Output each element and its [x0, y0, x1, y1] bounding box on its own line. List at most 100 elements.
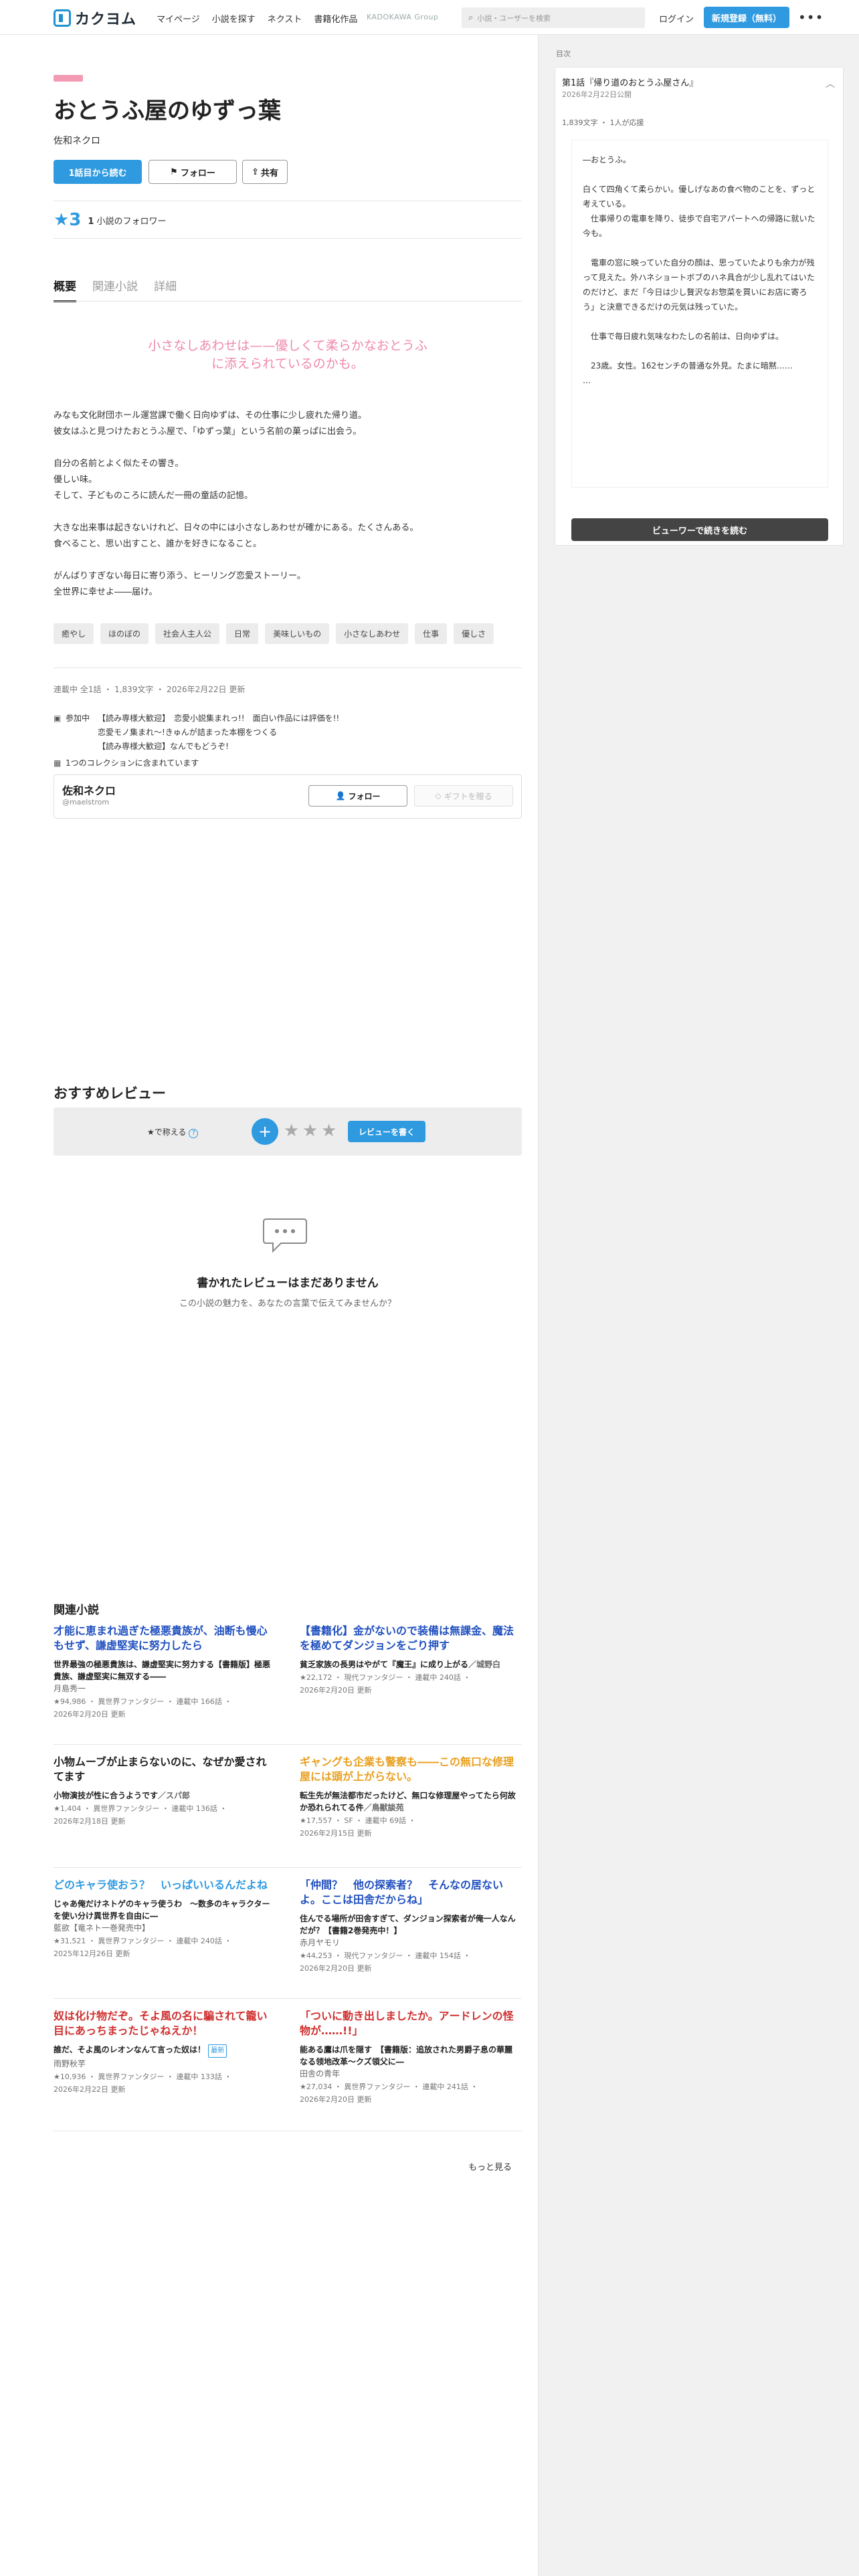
nav-mypage[interactable]: マイページ [157, 12, 200, 25]
related-meta: ★22,172 ・ 現代ファンタジー ・ 連載中 240話 ・ [300, 1673, 471, 1682]
preview-line [583, 314, 817, 329]
no-reviews-title: 書かれたレビューはまだありません [197, 1277, 379, 1290]
related-card[interactable]: ギャングも企業も警察も――この無口な修理屋には頭が上がらない。 転生先が無法都市… [300, 1755, 519, 1839]
related-card[interactable]: 「ついに動き出しましたか。アードレンの怪物が……!!」 能ある鷹は爪を隠す 【書… [300, 2009, 519, 2105]
read-in-viewer-button[interactable]: ビューワーで続きを読む [571, 518, 828, 541]
related-updated: 2026年2月22日 更新 [54, 2085, 126, 2094]
tab-overview[interactable]: 概要 [54, 277, 76, 302]
login-link[interactable]: ログイン [659, 12, 694, 25]
related-card[interactable]: どのキャラ使おう？ いっぱいいるんだよね じゃあ俺だけネトゲのキャラ使うわ 〜数… [54, 1878, 273, 1959]
star-icon[interactable]: ★ [284, 1121, 299, 1141]
related-card[interactable]: 奴は化け物だぞ。そよ風の名に騙されて籠い目にあっちまったじゃねえか！ 誰だ、そよ… [54, 2009, 273, 2095]
read-first-episode-button[interactable]: 1話目から読む [54, 160, 142, 184]
rate-label-text: ★で称える [147, 1128, 187, 1137]
related-card[interactable]: 「仲間？ 他の探索者？ そんなの居ないよ。ここは田舎だからね」 住んでる場所が田… [300, 1878, 519, 1974]
help-icon[interactable]: ? [189, 1129, 199, 1138]
related-meta: ★44,253 ・ 現代ファンタジー ・ 連載中 154話 ・ [300, 1951, 471, 1960]
tag[interactable]: 仕事 [415, 623, 448, 644]
preview-line: 白くて四角くて柔らかい。優しげなあの食べ物のことを、ずっと考えている。 [583, 185, 816, 209]
related-title[interactable]: 「仲間？ 他の探索者？ そんなの居ないよ。ここは田舎だからね」 [300, 1878, 519, 1907]
related-card[interactable]: 才能に恵まれ過ぎた極悪貴族が、油断も慢心もせず、謙虚堅実に努力したら 世界最強の… [54, 1624, 273, 1720]
follower-info: 1 小説のフォロワー [88, 214, 166, 227]
related-meta: ★94,986 ・ 異世界ファンタジー ・ 連載中 166話 ・ [54, 1697, 232, 1706]
tag[interactable]: 小さなしあわせ [336, 623, 409, 644]
related-card[interactable]: 小物ムーブが止まらないのに、なぜか愛されてます 小物演技が性に合うようです／スパ… [54, 1755, 273, 1827]
follow-author-label: フォロー [348, 791, 381, 801]
related-updated: 2026年2月18日 更新 [54, 1817, 126, 1826]
related-updated: 2026年2月20日 更新 [54, 1710, 126, 1719]
related-author[interactable]: 田舎の青年 [300, 2068, 519, 2080]
tag[interactable]: 癒やし [54, 623, 94, 644]
tag[interactable]: 美味しいもの [265, 623, 330, 644]
related-title[interactable]: 小物ムーブが止まらないのに、なぜか愛されてます [54, 1755, 273, 1784]
related-author[interactable]: 赤月ヤモリ [300, 1937, 519, 1949]
related-title[interactable]: 「ついに動き出しましたか。アードレンの怪物が……!!」 [300, 2009, 519, 2038]
follow-work-button[interactable]: ⚑ フォロー [149, 160, 237, 184]
related-title[interactable]: 才能に恵まれ過ぎた極悪貴族が、油断も慢心もせず、謙虚堅実に努力したら [54, 1624, 273, 1653]
gift-button[interactable]: ◇ ギフトを贈る [414, 785, 513, 807]
star-icon[interactable]: ★ [302, 1121, 318, 1141]
write-review-button[interactable]: レビューを書く [348, 1121, 425, 1142]
more-menu-icon[interactable]: ••• [798, 9, 824, 25]
event-link[interactable]: 恋愛モノ集まれ〜!きゅんが詰まった本棚をつくる [98, 726, 339, 740]
related-card[interactable]: 【書籍化】金がないので装備は無課金、魔法を極めてダンジョンをごり押す 貧乏家族の… [300, 1624, 519, 1696]
author-id: @maelstrom [62, 798, 110, 807]
follow-author-button[interactable]: 👤 フォロー [308, 785, 407, 807]
nav-books[interactable]: 書籍化作品 [314, 12, 357, 25]
related-catch-text: 小物演技が性に合うようです [54, 1791, 159, 1800]
kakuyomu-logo-icon [54, 9, 71, 27]
tag[interactable]: 日常 [226, 623, 259, 644]
collection-info[interactable]: ▦ 1つのコレクションに含まれています [54, 757, 199, 768]
tag[interactable]: 優しさ [454, 623, 494, 644]
intro-line: 彼女はふと見つけたおとうふ屋で、「ゆずっ葉」という名前の菓っぱに出会う。 [54, 427, 362, 437]
share-button[interactable]: ⇪ 共有 [242, 160, 288, 184]
reviews-heading: おすすめレビュー [54, 1085, 166, 1101]
related-author[interactable]: ／スパ郎 [158, 1791, 190, 1800]
collection-label: 1つのコレクションに含まれています [66, 758, 199, 768]
nav-search-novels[interactable]: 小説を探す [212, 12, 256, 25]
related-meta: ★10,936 ・ 異世界ファンタジー ・ 連載中 133話 ・ [54, 2072, 232, 2081]
event-link[interactable]: 【読み専様大歓迎】なんでもどうぞ! [98, 740, 339, 754]
related-title[interactable]: 奴は化け物だぞ。そよ風の名に騙されて籠い目にあっちまったじゃねえか！ [54, 2009, 273, 2038]
divider [54, 1744, 522, 1745]
preview-line: ―おとうふ。 [583, 155, 632, 165]
signup-button[interactable]: 新規登録（無料） [704, 7, 789, 28]
related-title[interactable]: どのキャラ使おう？ いっぱいいるんだよね [54, 1878, 273, 1893]
chevron-up-icon[interactable]: ︿ [826, 77, 835, 90]
tag[interactable]: 社会人主人公 [155, 623, 220, 644]
more-related-link[interactable]: もっと見る [468, 2160, 512, 2173]
star-icon[interactable]: ★ [321, 1121, 337, 1141]
tab-related[interactable]: 関連小説 [92, 277, 138, 302]
tag-list: 癒やし ほのぼの 社会人主人公 日常 美味しいもの 小さなしあわせ 仕事 優しさ [54, 623, 494, 644]
site-logo[interactable]: カクヨム [54, 7, 136, 29]
related-title[interactable]: ギャングも企業も警察も――この無口な修理屋には頭が上がらない。 [300, 1755, 519, 1784]
intro-line: 自分の名前とよく似たその響き。 [54, 459, 184, 469]
event-link[interactable]: 【読み専様大歓迎】 恋愛小説集まれっ!! 面白い作品には評価を!! [98, 712, 339, 726]
nav-next[interactable]: ネクスト [268, 12, 302, 25]
intro-line: 大きな出来事は起きないけれど、日々の中には小さなしあわせが確かにある。たくさんあ… [54, 523, 419, 533]
related-author[interactable]: ／鳥獣談苑 [364, 1803, 404, 1812]
episode-title[interactable]: 第1話『帰り道のおとうふ屋さん』 [562, 76, 698, 88]
related-author[interactable]: 藍欲【竜ネト一巻発売中】 [54, 1922, 273, 1934]
related-meta: ★31,521 ・ 異世界ファンタジー ・ 連載中 240話 ・ [54, 1937, 232, 1945]
search-input[interactable]: ⌕ 小説・ユーザーを検索 [462, 7, 645, 28]
gift-label: ギフトを贈る [444, 791, 492, 801]
preview-line: … [583, 376, 591, 385]
tab-divider [54, 301, 522, 302]
related-updated: 2025年12月26日 更新 [54, 1949, 130, 1958]
related-author[interactable]: 雨野秋芋 [54, 2058, 273, 2070]
related-author[interactable]: 月島秀一 [54, 1683, 273, 1695]
add-star-button[interactable]: + [252, 1118, 278, 1145]
related-catch: じゃあ俺だけネトゲのキャラ使うわ 〜数多のキャラクターを使い分け異世界を自由に― [54, 1899, 270, 1921]
tag[interactable]: ほのぼの [100, 623, 149, 644]
work-meta: 連載中 全1話 ・ 1,839文字 ・ 2026年2月22日 更新 [54, 685, 246, 694]
preview-line [583, 344, 817, 358]
author-name[interactable]: 佐和ネクロ [62, 782, 116, 798]
related-author[interactable]: ／城野白 [468, 1660, 500, 1669]
tab-detail[interactable]: 詳細 [154, 277, 177, 302]
related-title[interactable]: 【書籍化】金がないので装備は無課金、魔法を極めてダンジョンをごり押す [300, 1624, 519, 1653]
gift-icon: ◇ [435, 791, 442, 800]
episode-date: 2026年2月22日公開 [562, 90, 632, 99]
work-author[interactable]: 佐和ネクロ [54, 134, 100, 147]
introduction: みなも文化財団ホール運営課で働く日向ゆずは、その仕事に少し疲れた帰り道。 彼女は… [54, 408, 522, 601]
